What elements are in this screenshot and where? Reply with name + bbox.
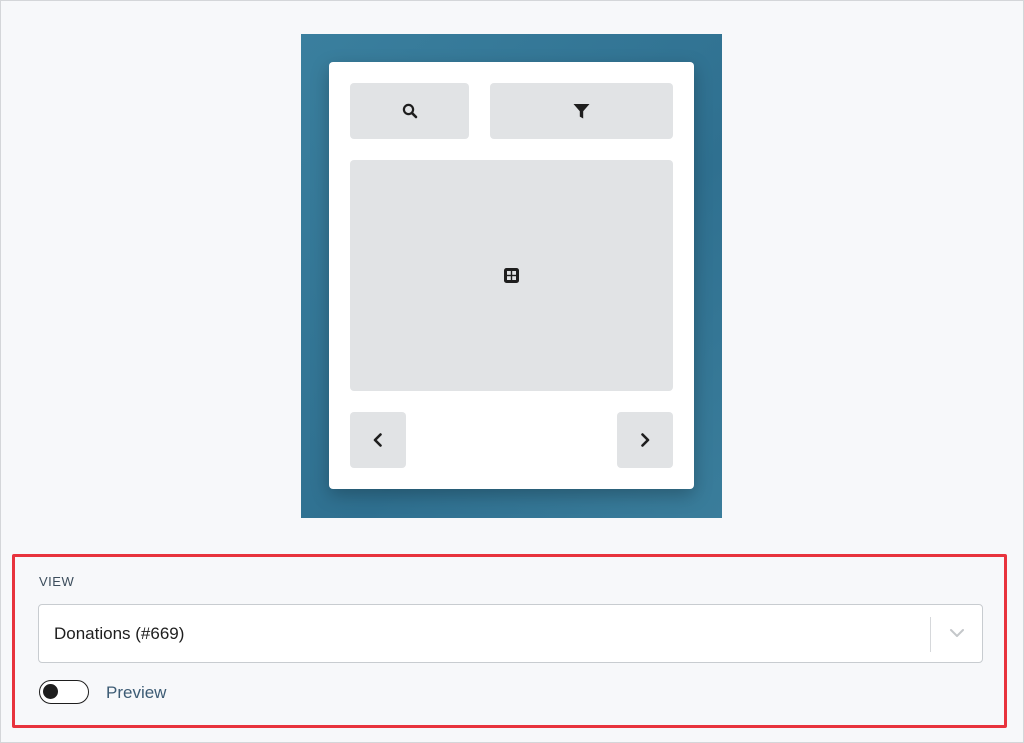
view-select-value: Donations (#669) xyxy=(54,624,185,643)
search-icon xyxy=(402,103,418,119)
view-preview-card xyxy=(329,62,694,489)
view-select[interactable]: Donations (#669) xyxy=(38,604,983,663)
entries-grid-placeholder xyxy=(350,160,673,391)
filter-placeholder xyxy=(490,83,673,139)
grid-icon xyxy=(503,267,520,284)
chevron-left-icon xyxy=(372,433,384,447)
prev-page-placeholder xyxy=(350,412,406,468)
chevron-right-icon xyxy=(639,433,651,447)
preview-toggle[interactable] xyxy=(39,680,89,704)
preview-toggle-label[interactable]: Preview xyxy=(106,683,166,703)
chevron-down-icon[interactable] xyxy=(948,626,966,645)
toggle-knob xyxy=(43,684,58,699)
select-divider xyxy=(930,617,931,652)
editor-frame: VIEW Donations (#669) Preview xyxy=(0,0,1024,743)
next-page-placeholder xyxy=(617,412,673,468)
search-placeholder xyxy=(350,83,469,139)
filter-icon xyxy=(573,103,590,120)
view-field-label: VIEW xyxy=(39,574,75,589)
